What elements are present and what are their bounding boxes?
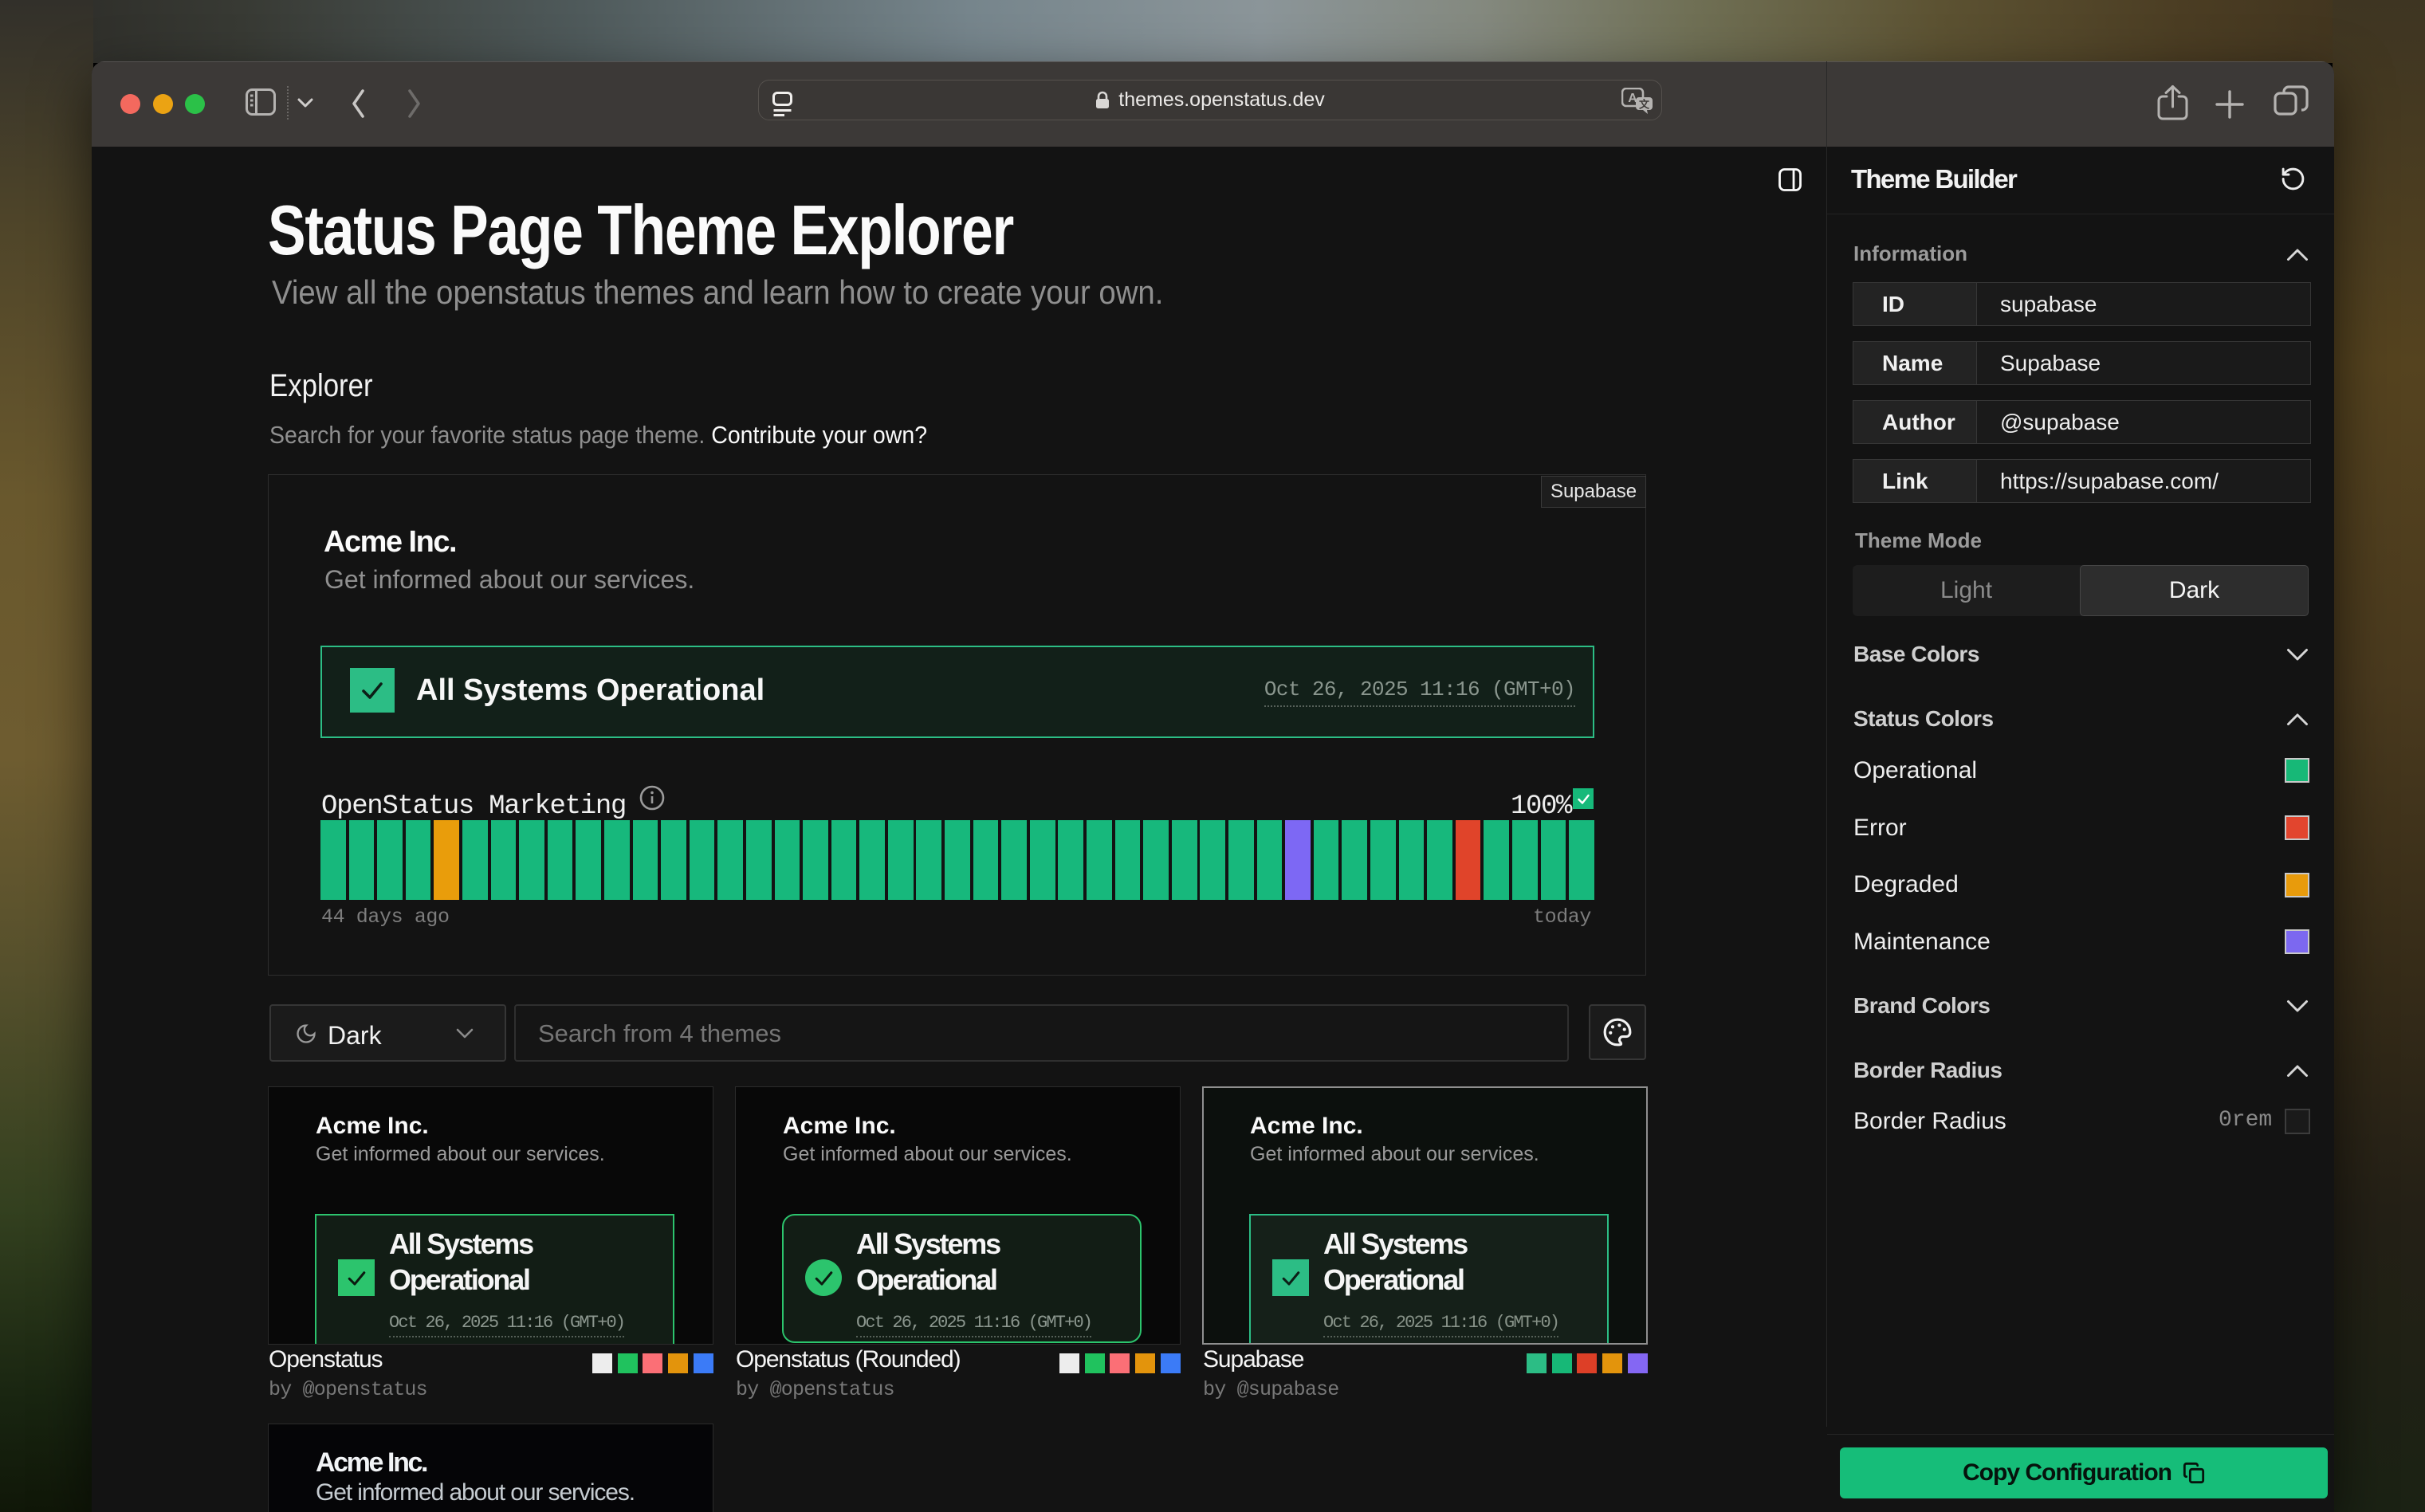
svg-text:文: 文 (1639, 99, 1650, 111)
